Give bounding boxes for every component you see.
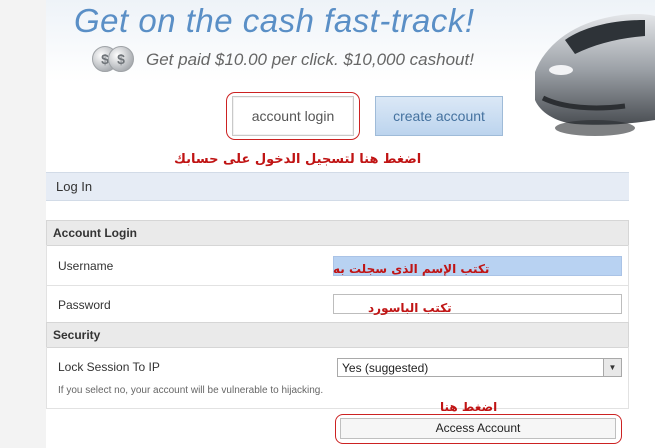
divider [46, 408, 629, 409]
security-section: Security [46, 322, 629, 348]
account-login-section: Account Login [46, 220, 629, 246]
annotation-click-here: اضغط هنا [440, 400, 498, 414]
coin-icon: $ [108, 46, 134, 72]
promo-banner: Get on the cash fast-track! $ $ Get paid… [46, 0, 655, 150]
banner-subline: Get paid $10.00 per click. $10,000 casho… [146, 50, 474, 69]
car-image [535, 14, 655, 136]
login-header: Log In [46, 172, 629, 201]
login-header-title: Log In [56, 179, 93, 194]
banner-headline: Get on the cash fast-track! [74, 2, 475, 39]
password-label: Password [58, 298, 111, 312]
page: Get on the cash fast-track! $ $ Get paid… [0, 0, 655, 448]
account-login-button[interactable]: account login [232, 96, 354, 136]
annotation-type-password: تكتب الباسورد [368, 301, 452, 315]
lock-session-label: Lock Session To IP [58, 360, 160, 374]
create-account-button[interactable]: create account [375, 96, 503, 136]
section-title: Account Login [53, 226, 137, 240]
annotation-click-login: اضغط هنا لتسجيل الدخول على حسابك [174, 152, 422, 167]
divider [46, 285, 629, 286]
access-account-button[interactable]: Access Account [340, 418, 616, 439]
lock-session-value: Yes (suggested) [342, 361, 429, 375]
hijack-warning: If you select no, your account will be v… [58, 385, 324, 396]
left-gutter [0, 0, 46, 448]
annotation-type-username: تكتب الإسم الذى سجلت به [333, 262, 490, 276]
security-rows [46, 347, 629, 409]
chevron-down-icon[interactable]: ▼ [603, 359, 621, 376]
section-title: Security [53, 328, 101, 342]
lock-session-select[interactable]: Yes (suggested) ▼ [337, 358, 622, 377]
username-label: Username [58, 259, 114, 273]
